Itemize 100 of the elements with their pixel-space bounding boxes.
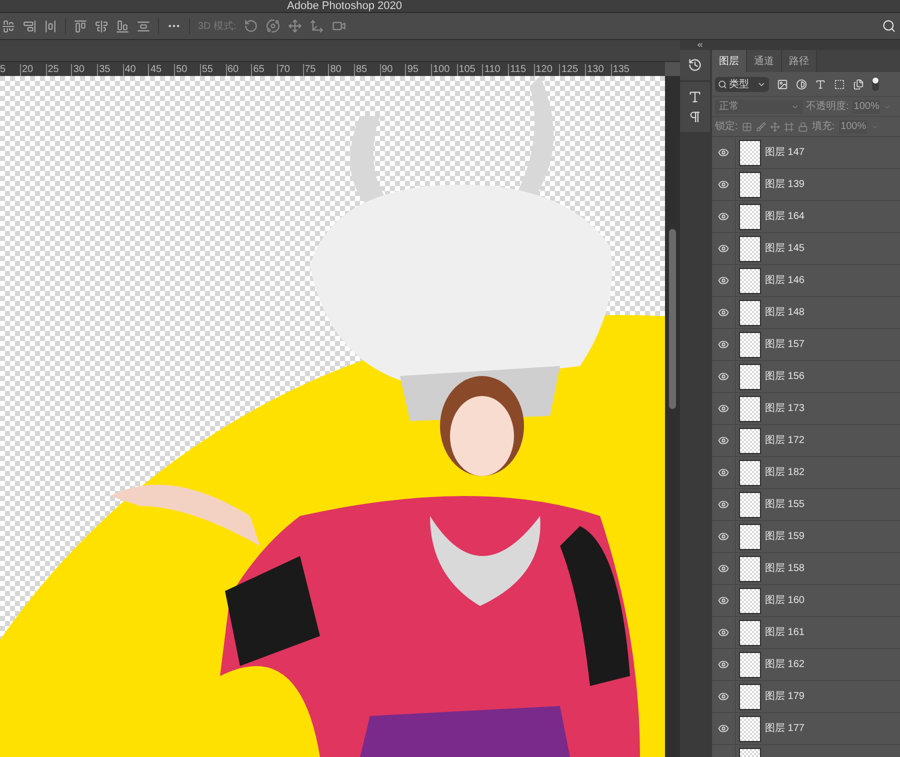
move-3d-icon[interactable]: [310, 19, 324, 33]
eye-icon[interactable]: [718, 403, 729, 414]
layer-row[interactable]: 图层 182: [712, 457, 900, 489]
panel-tab[interactable]: 通道: [747, 50, 782, 72]
search-icon: [718, 80, 727, 88]
layer-thumbnail: [739, 524, 761, 550]
layer-name: 图层 155: [765, 498, 804, 512]
type-icon[interactable]: [815, 78, 826, 90]
eye-icon[interactable]: [718, 627, 729, 638]
layer-name: 图层 159: [765, 530, 804, 544]
layer-row[interactable]: 图层 146: [712, 265, 900, 297]
adjustment-icon[interactable]: [796, 78, 807, 90]
move-icon[interactable]: [288, 19, 302, 33]
layer-thumbnail: [739, 620, 761, 646]
eye-icon[interactable]: [718, 179, 729, 190]
layer-thumbnail: [739, 684, 761, 710]
layer-row[interactable]: 图层 173: [712, 393, 900, 425]
align-top-icon[interactable]: [74, 20, 87, 32]
history-icon[interactable]: [688, 58, 702, 72]
eye-icon[interactable]: [718, 275, 729, 286]
distribute-icon[interactable]: [137, 20, 150, 32]
layer-thumbnail: [739, 556, 761, 582]
layer-thumbnail: [739, 588, 761, 614]
layer-thumbnail: [739, 332, 761, 358]
eye-icon[interactable]: [718, 211, 729, 222]
layer-thumbnail: [739, 428, 761, 454]
layer-name: 图层 148: [765, 306, 804, 320]
eye-icon[interactable]: [718, 563, 729, 574]
camera-icon[interactable]: [332, 19, 346, 33]
distribute-icon[interactable]: [44, 20, 57, 32]
layer-row[interactable]: 图层 158: [712, 553, 900, 585]
fill-label: 填充:: [812, 120, 835, 134]
layer-row[interactable]: 图层 164: [712, 201, 900, 233]
paragraph-icon[interactable]: [688, 110, 702, 124]
align-bottom-icon[interactable]: [116, 20, 129, 32]
layer-name: 图层 139: [765, 178, 804, 192]
eye-icon[interactable]: [718, 723, 729, 734]
eye-icon[interactable]: [718, 371, 729, 382]
layer-name: 图层 157: [765, 338, 804, 352]
rotate-icon[interactable]: [244, 19, 258, 33]
eye-icon[interactable]: [718, 243, 729, 254]
filter-dropdown[interactable]: 类型: [715, 76, 769, 92]
eye-icon[interactable]: [718, 147, 729, 158]
align-center-icon[interactable]: [2, 20, 15, 32]
blend-mode-value: 正常: [719, 100, 739, 114]
panel-tab[interactable]: 路径: [782, 50, 817, 72]
layer-row[interactable]: 图层 155: [712, 489, 900, 521]
layer-row[interactable]: 图层 156: [712, 361, 900, 393]
scrollbar-thumb[interactable]: [669, 229, 676, 409]
search-icon[interactable]: [882, 19, 896, 33]
window-title: Adobe Photoshop 2020: [287, 0, 402, 12]
align-middle-icon[interactable]: [95, 20, 108, 32]
layer-name: 图层 161: [765, 626, 804, 640]
opacity-label: 不透明度:: [806, 100, 849, 114]
layer-row[interactable]: 图层 160: [712, 585, 900, 617]
layer-thumbnail: [739, 268, 761, 294]
eye-icon[interactable]: [718, 467, 729, 478]
image-icon[interactable]: [777, 78, 788, 90]
character-icon[interactable]: [688, 90, 702, 104]
layer-row[interactable]: 图层 147: [712, 137, 900, 169]
ruler-label: 5: [0, 64, 7, 76]
eye-icon[interactable]: [718, 659, 729, 670]
layer-name: 图层 182: [765, 466, 804, 480]
layer-name: 图层 177: [765, 722, 804, 736]
collapse-icon[interactable]: [696, 41, 704, 49]
layer-thumbnail: [739, 716, 761, 742]
layer-row[interactable]: 图层 162: [712, 649, 900, 681]
layer-row[interactable]: 图层 177: [712, 713, 900, 745]
layer-thumbnail: [739, 300, 761, 326]
layer-row[interactable]: 图层 159: [712, 521, 900, 553]
eye-icon[interactable]: [718, 595, 729, 606]
layer-thumbnail: [739, 652, 761, 678]
eye-icon[interactable]: [718, 339, 729, 350]
layer-thumbnail: [739, 140, 761, 166]
layer-row[interactable]: 图层 139: [712, 169, 900, 201]
panel-tab[interactable]: 图层: [712, 50, 747, 72]
toggle-icon[interactable]: [872, 77, 879, 91]
align-right-icon[interactable]: [23, 20, 36, 32]
layer-row[interactable]: 图层 179: [712, 681, 900, 713]
layer-name: 图层 160: [765, 594, 804, 608]
layer-row[interactable]: 图层 145: [712, 233, 900, 265]
layer-name: 图层 162: [765, 658, 804, 672]
layer-row[interactable]: 图层 148: [712, 297, 900, 329]
eye-icon[interactable]: [718, 691, 729, 702]
layer-name: 图层 156: [765, 370, 804, 384]
eye-icon[interactable]: [718, 435, 729, 446]
eye-icon[interactable]: [718, 499, 729, 510]
layer-name: 图层 172: [765, 434, 804, 448]
layer-thumbnail: [739, 172, 761, 198]
orbit-icon[interactable]: [266, 19, 280, 33]
shape-icon[interactable]: [834, 78, 845, 90]
eye-icon[interactable]: [718, 531, 729, 542]
layer-name: 图层 164: [765, 210, 804, 224]
layer-row[interactable]: 图层 172: [712, 425, 900, 457]
layer-name: 图层 147: [765, 146, 804, 160]
smart-object-icon[interactable]: [853, 78, 864, 90]
layer-name: 图层 146: [765, 274, 804, 288]
layer-row[interactable]: 图层 157: [712, 329, 900, 361]
layer-row[interactable]: 图层 161: [712, 617, 900, 649]
eye-icon[interactable]: [718, 307, 729, 318]
